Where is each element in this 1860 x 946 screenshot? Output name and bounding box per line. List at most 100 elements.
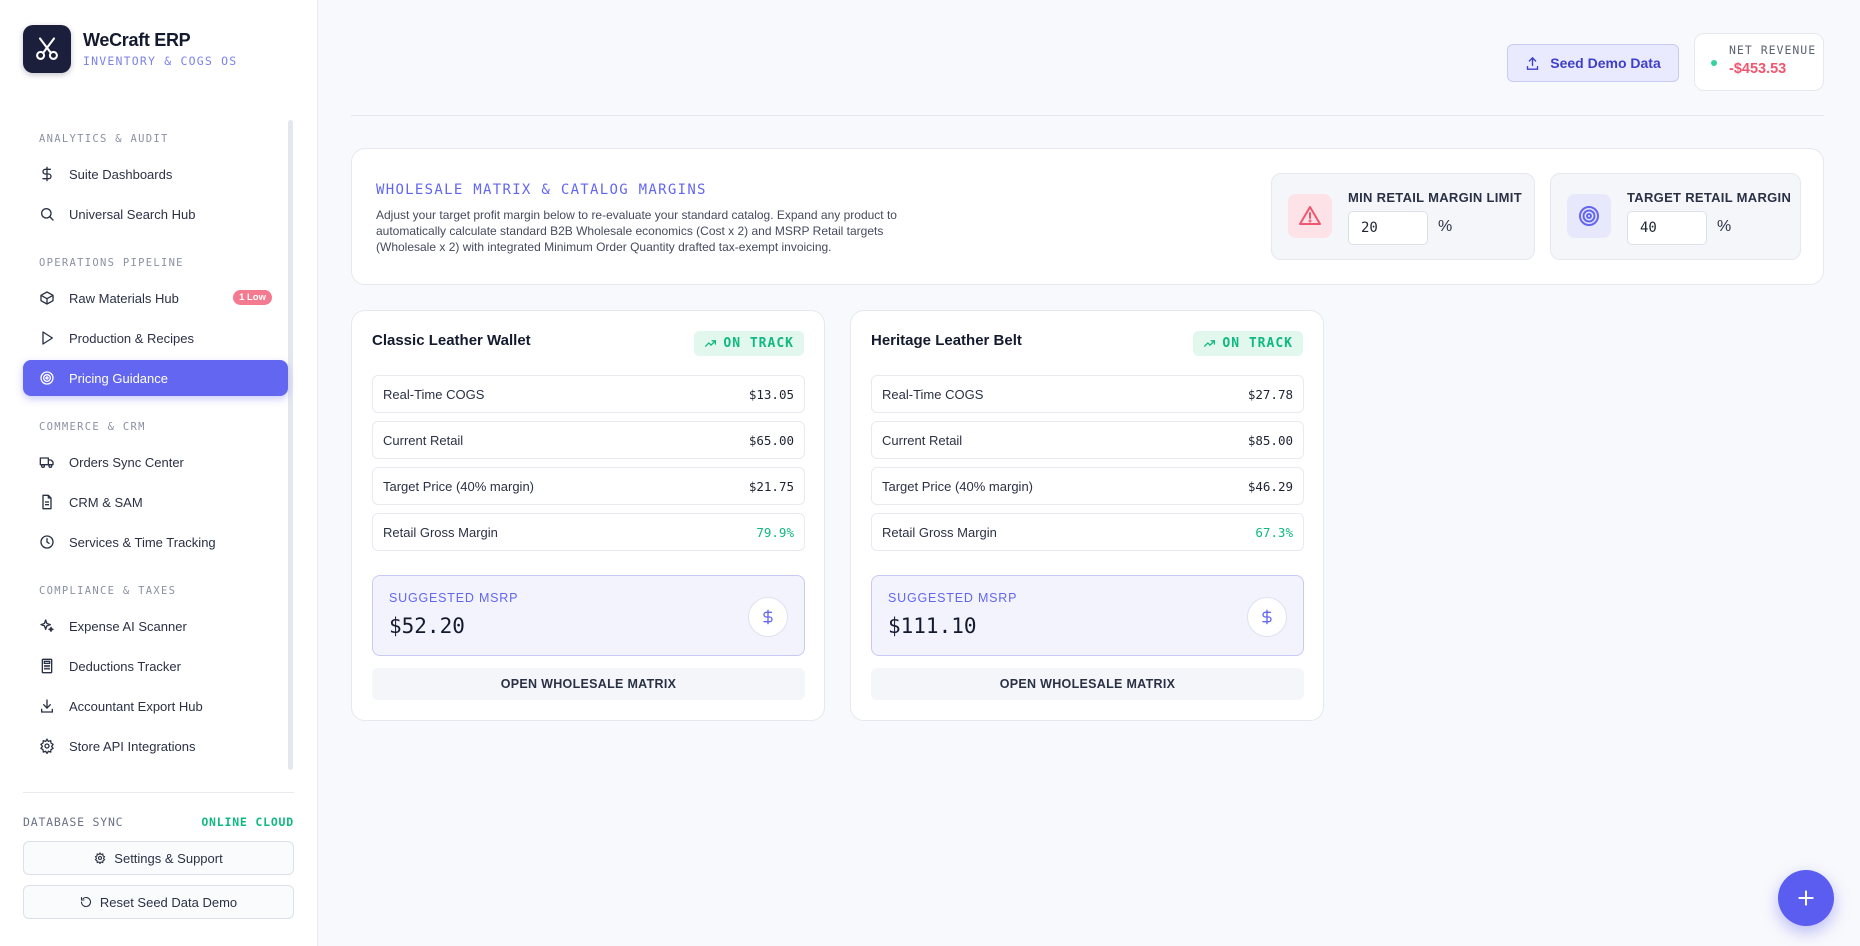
brand-name: WeCraft ERP — [83, 30, 191, 50]
sidebar-item-label: Production & Recipes — [69, 330, 195, 346]
refresh-icon — [80, 896, 92, 908]
msrp-value: $111.10 — [888, 614, 977, 638]
calculator-icon — [39, 658, 55, 674]
panel-description: Adjust your target profit margin below t… — [376, 208, 897, 254]
suggested-msrp-box: SUGGESTED MSRP $111.10 — [871, 575, 1304, 656]
sidebar-item-expense-ai[interactable]: Expense AI Scanner — [23, 608, 288, 644]
sidebar-footer: DATABASE SYNC ONLINE CLOUD Settings & Su… — [23, 792, 294, 919]
gear-icon — [94, 852, 106, 864]
truck-icon — [39, 454, 55, 470]
sidebar-item-label: Pricing Guidance — [69, 370, 168, 386]
sidebar-item-label: Universal Search Hub — [69, 206, 196, 222]
metric-row: Retail Gross Margin 79.9% — [372, 513, 805, 551]
min-margin-input[interactable] — [1348, 211, 1428, 245]
sidebar-item-suite-dashboards[interactable]: Suite Dashboards — [23, 156, 288, 192]
metric-label: Current Retail — [383, 432, 464, 448]
settings-support-button[interactable]: Settings & Support — [23, 841, 294, 875]
metric-row: Retail Gross Margin 67.3% — [871, 513, 1304, 551]
file-icon — [39, 494, 55, 510]
status-badge: ON TRACK — [694, 331, 804, 356]
min-margin-card: MIN RETAIL MARGIN LIMIT % — [1271, 173, 1535, 260]
sidebar-item-label: Suite Dashboards — [69, 166, 173, 182]
product-name: Heritage Leather Belt — [871, 332, 1022, 349]
metric-label: Real-Time COGS — [383, 386, 485, 402]
status-badge: ON TRACK — [1193, 331, 1303, 356]
trending-up-icon — [704, 337, 717, 350]
msrp-label: SUGGESTED MSRP — [389, 591, 519, 605]
dollar-icon — [748, 597, 788, 637]
target-margin-card: TARGET RETAIL MARGIN % — [1550, 173, 1801, 260]
min-margin-label: MIN RETAIL MARGIN LIMIT — [1348, 190, 1522, 205]
metric-row: Target Price (40% margin) $46.29 — [871, 467, 1304, 505]
net-revenue-value: -$453.53 — [1729, 61, 1787, 77]
msrp-value: $52.20 — [389, 614, 465, 638]
metric-value: $27.78 — [1247, 386, 1293, 402]
package-icon — [39, 290, 55, 306]
seed-demo-data-label: Seed Demo Data — [1550, 55, 1661, 71]
sidebar-item-label: Accountant Export Hub — [69, 698, 203, 714]
sidebar-item-deductions[interactable]: Deductions Tracker — [23, 648, 288, 684]
settings-support-label: Settings & Support — [114, 850, 223, 866]
sidebar-item-label: CRM & SAM — [69, 494, 143, 510]
section-label-commerce: COMMERCE & CRM — [39, 421, 146, 433]
section-label-operations: OPERATIONS PIPELINE — [39, 257, 184, 269]
sidebar-item-universal-search[interactable]: Universal Search Hub — [23, 196, 288, 232]
sidebar-item-label: Services & Time Tracking — [69, 534, 216, 550]
header-divider — [351, 115, 1824, 116]
net-revenue-label: NET REVENUE — [1729, 43, 1817, 57]
database-sync-row: DATABASE SYNC ONLINE CLOUD — [23, 815, 294, 829]
metric-value: 79.9% — [756, 524, 794, 540]
reset-seed-button[interactable]: Reset Seed Data Demo — [23, 885, 294, 919]
sidebar-item-label: Expense AI Scanner — [69, 618, 187, 634]
min-margin-unit: % — [1438, 218, 1453, 235]
product-card: Heritage Leather Belt ON TRACK Real-Time… — [850, 310, 1324, 721]
section-label-analytics: ANALYTICS & AUDIT — [39, 133, 169, 145]
warning-icon — [1288, 194, 1332, 238]
suggested-msrp-box: SUGGESTED MSRP $52.20 — [372, 575, 805, 656]
download-icon — [39, 698, 55, 714]
metric-row: Real-Time COGS $13.05 — [372, 375, 805, 413]
target-margin-input[interactable] — [1627, 211, 1707, 245]
metric-row: Current Retail $65.00 — [372, 421, 805, 459]
metric-row: Current Retail $85.00 — [871, 421, 1304, 459]
gear-icon — [39, 738, 55, 754]
metric-value: $85.00 — [1247, 432, 1293, 448]
metric-row: Target Price (40% margin) $21.75 — [372, 467, 805, 505]
sidebar-item-crm-sam[interactable]: CRM & SAM — [23, 484, 288, 520]
section-label-compliance: COMPLIANCE & TAXES — [39, 585, 177, 597]
metric-label: Real-Time COGS — [882, 386, 984, 402]
target-icon — [39, 370, 55, 386]
open-wholesale-matrix-button[interactable]: OPEN WHOLESALE MATRIX — [372, 668, 805, 700]
target-icon — [1567, 194, 1611, 238]
sidebar-item-services-time[interactable]: Services & Time Tracking — [23, 524, 288, 560]
net-revenue-widget: NET REVENUE -$453.53 — [1694, 33, 1824, 91]
metric-value: 67.3% — [1255, 524, 1293, 540]
seed-demo-data-button[interactable]: Seed Demo Data — [1507, 44, 1679, 82]
dollar-icon — [1247, 597, 1287, 637]
reset-seed-label: Reset Seed Data Demo — [99, 894, 238, 910]
sidebar-item-raw-materials[interactable]: Raw Materials Hub 1 Low — [23, 280, 288, 316]
sidebar-item-label: Deductions Tracker — [69, 658, 181, 674]
sidebar-item-orders-sync[interactable]: Orders Sync Center — [23, 444, 288, 480]
metric-value: $21.75 — [748, 478, 794, 494]
add-fab-button[interactable] — [1778, 870, 1834, 926]
wholesale-info-panel: WHOLESALE MATRIX & CATALOG MARGINS Adjus… — [351, 148, 1824, 285]
sidebar-item-store-api[interactable]: Store API Integrations — [23, 728, 288, 764]
panel-title: WHOLESALE MATRIX & CATALOG MARGINS — [376, 182, 707, 198]
scissors-icon — [23, 25, 71, 73]
target-margin-label: TARGET RETAIL MARGIN — [1627, 190, 1792, 205]
trending-up-icon — [1203, 337, 1216, 350]
msrp-label: SUGGESTED MSRP — [888, 591, 1018, 605]
sidebar-item-label: Raw Materials Hub — [69, 290, 179, 306]
sidebar-item-production-recipes[interactable]: Production & Recipes — [23, 320, 288, 356]
sidebar-item-pricing-guidance[interactable]: Pricing Guidance — [23, 360, 288, 396]
open-wholesale-matrix-button[interactable]: OPEN WHOLESALE MATRIX — [871, 668, 1304, 700]
metric-value: $65.00 — [748, 432, 794, 448]
revenue-status-dot — [1711, 60, 1717, 66]
status-label: ON TRACK — [1222, 336, 1293, 351]
sidebar-item-accountant-export[interactable]: Accountant Export Hub — [23, 688, 288, 724]
sparkles-icon — [39, 618, 55, 634]
brand[interactable]: WeCraft ERP INVENTORY & COGS OS — [23, 25, 237, 73]
product-name: Classic Leather Wallet — [372, 332, 531, 349]
metric-label: Retail Gross Margin — [383, 524, 498, 540]
